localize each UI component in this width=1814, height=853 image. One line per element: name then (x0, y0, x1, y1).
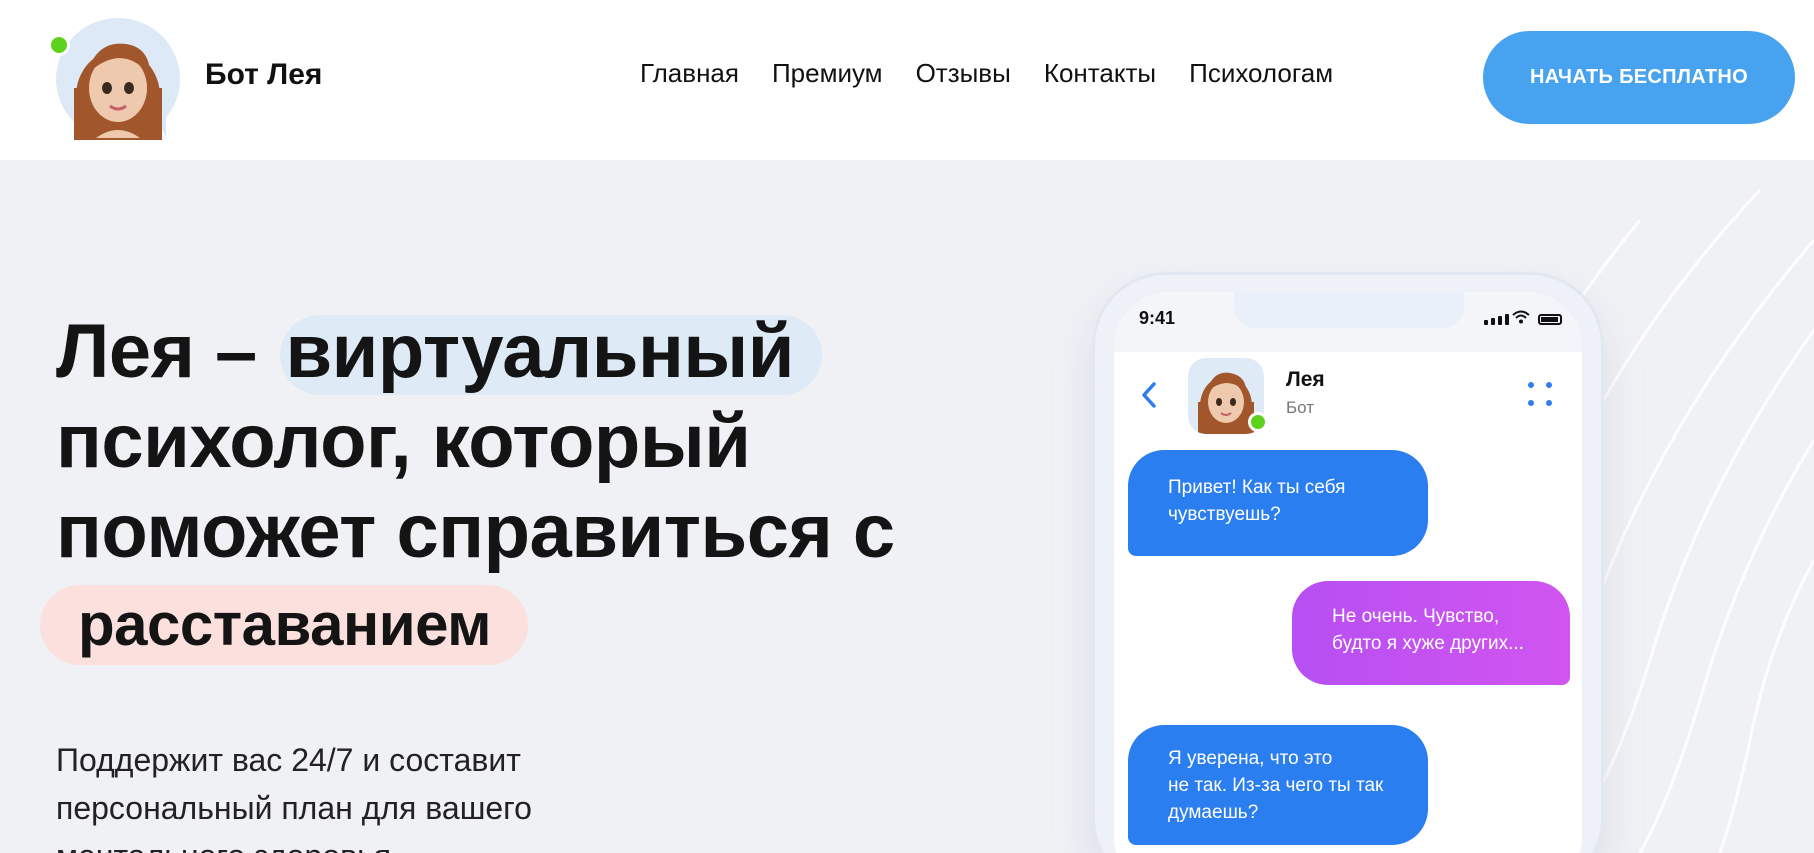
message-line: думаешь? (1168, 802, 1259, 823)
hero-subtitle-line2: персональный план для вашего (56, 790, 532, 826)
nav-item-psychologists[interactable]: Психологам (1189, 58, 1333, 89)
brand-name[interactable]: Бот Лея (205, 58, 322, 92)
leya-avatar-icon (74, 43, 162, 140)
chat-message-bot: Привет! Как ты себя чувствуешь? (1128, 450, 1428, 556)
hero-title-highlight: виртуальный (285, 309, 794, 394)
online-status-dot (48, 34, 70, 56)
start-free-button[interactable]: НАЧАТЬ БЕСПЛАТНО (1483, 31, 1795, 124)
hero-title-line3: поможет справиться с (56, 489, 895, 574)
hero-subtitle-line3: ментального здоровья (56, 838, 391, 853)
status-time: 9:41 (1139, 308, 1176, 328)
hero-title-prefix: Лея – (56, 309, 257, 394)
main-nav: Главная Премиум Отзывы Контакты Психолог… (640, 58, 1366, 89)
phone-notch (1234, 292, 1464, 328)
signal-icon (1484, 314, 1509, 325)
nav-item-premium[interactable]: Премиум (772, 58, 883, 89)
phone-screen: 9:41 Лея Бот Привет! Как ты себя чувству… (1114, 292, 1582, 853)
phone-status-bar: 9:41 (1114, 292, 1582, 352)
chat-message-user: Не очень. Чувство, будто я хуже других..… (1292, 581, 1570, 685)
more-options-icon[interactable] (1528, 382, 1554, 408)
hero-highlight-word: расставанием (78, 591, 492, 658)
logo-avatar[interactable] (48, 18, 180, 140)
message-line: чувствуешь? (1168, 504, 1281, 525)
hero-subtitle-line1: Поддержит вас 24/7 и составит (56, 742, 521, 778)
nav-item-home[interactable]: Главная (640, 58, 739, 89)
nav-item-reviews[interactable]: Отзывы (916, 58, 1011, 89)
message-line: Привет! Как ты себя (1168, 477, 1346, 498)
message-line: Я уверена, что это (1168, 748, 1333, 769)
wifi-icon (1512, 310, 1530, 324)
nav-item-contacts[interactable]: Контакты (1044, 58, 1156, 89)
battery-icon (1538, 314, 1562, 325)
chat-contact-subtitle: Бот (1286, 398, 1315, 417)
message-line: не так. Из-за чего ты так (1168, 775, 1384, 796)
message-line: будто я хуже других... (1332, 633, 1524, 654)
back-chevron-icon[interactable] (1138, 380, 1160, 410)
hero-title-line2: психолог, который (56, 399, 751, 484)
chat-contact-name: Лея (1286, 368, 1325, 391)
message-line: Не очень. Чувство, (1332, 606, 1500, 627)
chat-online-dot (1248, 412, 1268, 432)
chat-message-bot: Я уверена, что это не так. Из-за чего ты… (1128, 725, 1428, 845)
site-header: Бот Лея Главная Премиум Отзывы Контакты … (0, 0, 1814, 160)
hero-title-line1: Лея – виртуальный (56, 308, 794, 395)
